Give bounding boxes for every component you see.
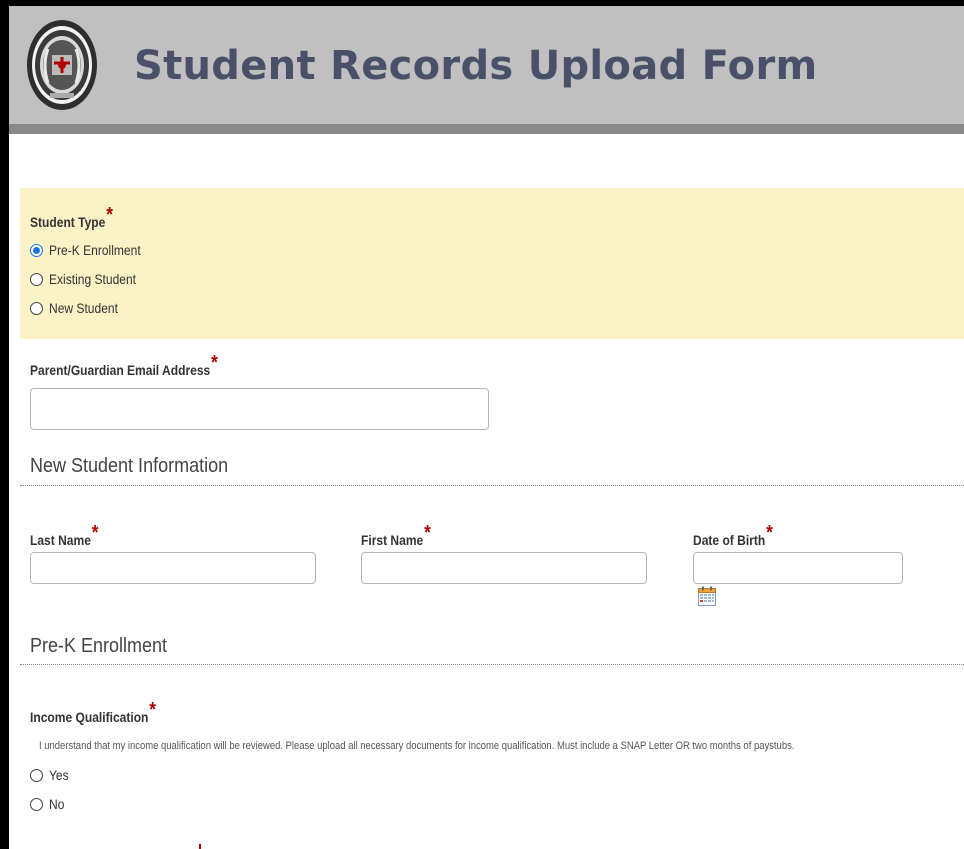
radio-label: Existing Student	[49, 271, 137, 287]
student-type-panel: Student Type* Pre-K Enrollment Existing …	[20, 188, 964, 339]
email-label: Parent/Guardian Email Address*	[30, 352, 218, 378]
radio-label: Yes	[49, 767, 69, 783]
date-of-birth-label: Date of Birth*	[693, 522, 773, 548]
radio-button[interactable]	[30, 301, 43, 315]
pre-k-section-heading: Pre-K Enrollment	[30, 635, 168, 657]
radio-button[interactable]	[30, 272, 43, 286]
page-title: Student Records Upload Form	[134, 43, 818, 89]
last-name-label: Last Name*	[30, 522, 99, 548]
new-student-section-heading: New Student Information	[30, 455, 229, 477]
radio-pre-k-enrollment[interactable]: Pre-K Enrollment	[30, 242, 156, 258]
date-of-birth-field[interactable]	[693, 552, 903, 584]
radio-income-no[interactable]: No	[30, 796, 67, 812]
radio-label: New Student	[49, 300, 118, 316]
income-qualification-description: I understand that my income qualificatio…	[39, 740, 795, 752]
next-field-required-marker	[199, 844, 201, 849]
radio-income-yes[interactable]: Yes	[30, 767, 72, 783]
radio-label: Pre-K Enrollment	[49, 242, 141, 258]
required-marker: *	[211, 352, 218, 374]
email-field[interactable]	[30, 388, 489, 430]
first-name-label: First Name*	[361, 522, 431, 548]
required-marker: *	[424, 522, 431, 544]
required-marker: *	[91, 522, 99, 544]
required-marker: *	[766, 522, 773, 544]
radio-new-student[interactable]: New Student	[30, 300, 129, 316]
section-divider	[20, 664, 964, 665]
required-marker: *	[106, 204, 113, 226]
page: Student Records Upload Form Student Type…	[9, 6, 964, 849]
school-seal-icon	[27, 20, 97, 110]
radio-button-selected[interactable]	[30, 243, 43, 257]
radio-existing-student[interactable]: Existing Student	[30, 271, 150, 287]
income-qualification-label: Income Qualification*	[30, 699, 156, 725]
first-name-field[interactable]	[361, 552, 647, 584]
required-marker: *	[149, 699, 156, 721]
calendar-icon[interactable]	[698, 586, 716, 606]
section-divider	[20, 485, 964, 486]
last-name-field[interactable]	[30, 552, 316, 584]
radio-button[interactable]	[30, 768, 43, 782]
page-header: Student Records Upload Form	[9, 6, 964, 134]
radio-button[interactable]	[30, 797, 43, 811]
student-type-label: Student Type*	[30, 204, 113, 230]
radio-label: No	[49, 796, 65, 812]
